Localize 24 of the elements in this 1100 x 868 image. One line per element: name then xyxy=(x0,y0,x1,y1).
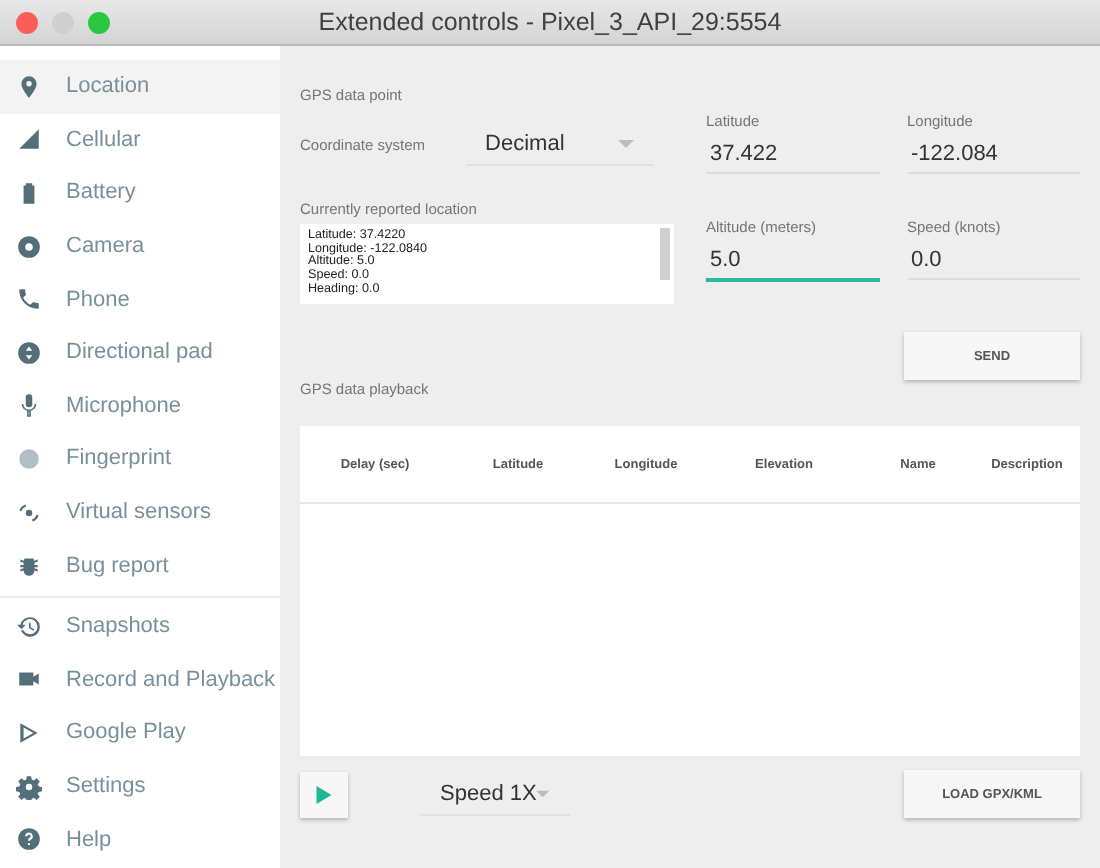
speed-dropdown[interactable]: Speed 1X xyxy=(420,773,570,815)
help-icon xyxy=(16,826,42,853)
caret-icon xyxy=(617,140,634,148)
close-button[interactable] xyxy=(16,11,38,33)
pin-icon xyxy=(16,73,42,100)
input-field[interactable]: 0.0 xyxy=(907,241,1080,279)
signal-icon xyxy=(16,126,42,153)
coordinate-dropdown[interactable]: Decimal xyxy=(465,124,654,166)
input-field[interactable]: 5.0 xyxy=(706,241,879,281)
input-field[interactable]: -122.084 xyxy=(907,136,1080,174)
rotation-icon xyxy=(16,499,42,526)
scrollbar[interactable] xyxy=(660,228,670,280)
dpad-icon xyxy=(16,339,42,366)
play-icon xyxy=(316,785,332,803)
play-button[interactable] xyxy=(300,771,348,817)
zoom-button[interactable] xyxy=(88,11,110,33)
play-store-icon xyxy=(16,719,42,746)
input-field[interactable]: 37.422 xyxy=(706,136,879,174)
microphone-icon xyxy=(16,392,42,419)
phone-icon xyxy=(16,286,42,313)
caret-icon xyxy=(536,789,550,797)
settings-icon xyxy=(16,773,42,800)
history-icon xyxy=(16,613,42,640)
window-title: Extended controls - Pixel_3_API_29:5554 xyxy=(316,8,784,36)
